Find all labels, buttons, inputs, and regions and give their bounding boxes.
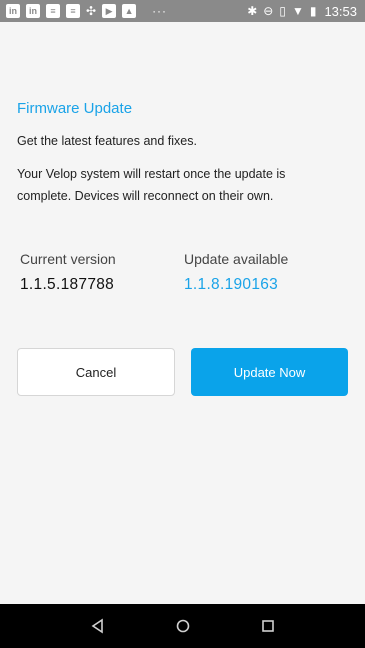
overflow-dots: ··· <box>152 4 168 18</box>
do-not-disturb-icon: ⊖ <box>263 4 274 18</box>
current-version-value: 1.1.5.187788 <box>20 276 115 293</box>
youtube-icon: ▶ <box>102 4 117 18</box>
bluetooth-icon: ✱ <box>247 4 258 18</box>
linkedin-icon: in <box>6 4 20 18</box>
description-text: Your Velop system will restart once the … <box>17 167 286 203</box>
current-version-block: Current version 1.1.5.187788 <box>20 251 116 294</box>
battery-icon: ▮ <box>309 4 317 18</box>
firmware-update-screen: in in ≡ ≡ ✣ ▶ ▲ ··· ✱ ⊖ ▯ ▼ ▮ 13:53 Firm… <box>0 0 365 648</box>
update-now-button[interactable]: Update Now <box>191 348 348 396</box>
document-icon: ≡ <box>46 4 60 18</box>
available-version-label: Update available <box>184 251 289 267</box>
page-title: Firmware Update <box>17 100 133 117</box>
navigation-bar <box>0 604 365 648</box>
document-icon: ≡ <box>66 4 80 18</box>
cancel-button[interactable]: Cancel <box>17 348 175 396</box>
wifi-icon: ▼ <box>291 4 304 18</box>
slack-icon: ✣ <box>86 4 97 18</box>
subtitle-text: Get the latest features and fixes. <box>17 134 197 148</box>
home-icon[interactable] <box>171 614 195 638</box>
status-bar: in in ≡ ≡ ✣ ▶ ▲ ··· ✱ ⊖ ▯ ▼ ▮ 13:53 <box>0 0 365 22</box>
clock: 13:53 <box>324 3 357 19</box>
current-version-label: Current version <box>20 251 116 267</box>
recents-icon[interactable] <box>256 614 280 638</box>
image-icon: ▲ <box>122 4 137 18</box>
available-version-value: 1.1.8.190163 <box>184 276 279 293</box>
vibrate-icon: ▯ <box>279 4 286 18</box>
system-icons: ✱ ⊖ ▯ ▼ ▮ 13:53 <box>247 4 357 19</box>
notification-icons: in in ≡ ≡ ✣ ▶ ▲ ··· <box>6 4 167 18</box>
available-version-block: Update available 1.1.8.190163 <box>184 251 288 294</box>
linkedin-icon: in <box>26 4 40 18</box>
back-icon[interactable] <box>86 614 110 638</box>
